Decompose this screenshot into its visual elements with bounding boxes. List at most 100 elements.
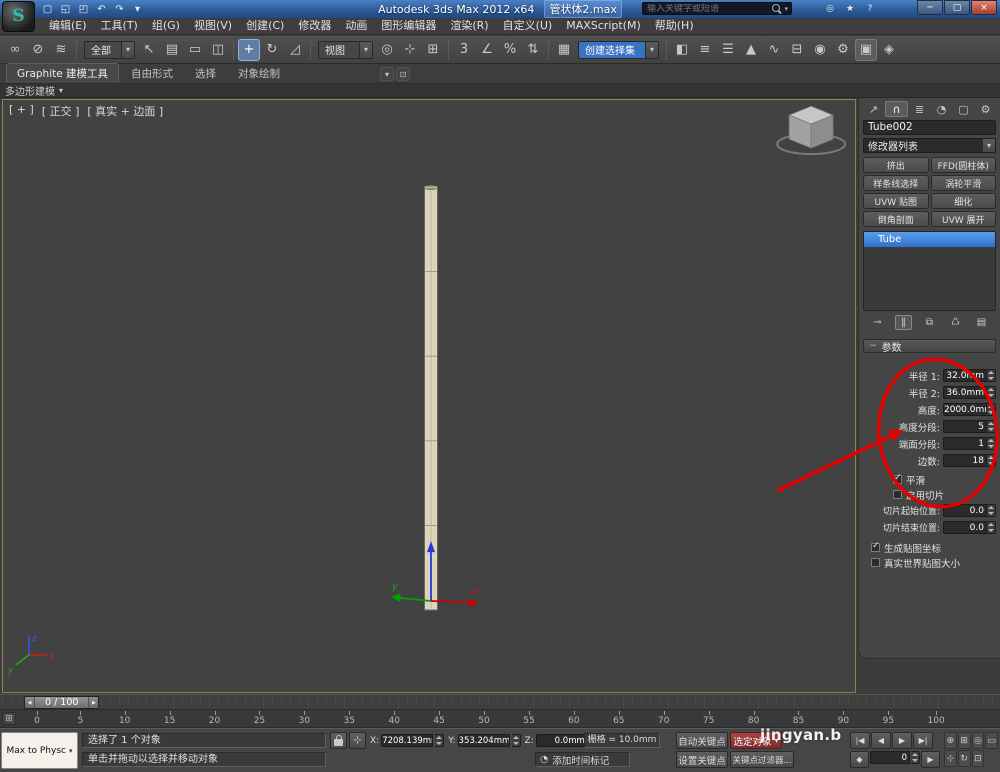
edit-named-selections-icon[interactable]: ▦ (553, 39, 575, 61)
orbit-icon[interactable]: ↻ (958, 750, 971, 767)
selection-lock-toggle[interactable] (330, 732, 347, 749)
checkbox[interactable]: ✓ (893, 475, 902, 484)
zoom-all-icon[interactable]: ⊞ (958, 732, 971, 749)
modifier-button[interactable]: FFD(圆柱体) (931, 157, 997, 173)
spinner-arrows[interactable] (987, 437, 996, 450)
menu-item[interactable]: 工具(T) (94, 18, 145, 34)
bind-to-spacewarp-icon[interactable]: ≋ (50, 39, 72, 61)
parameter-spinner-field[interactable]: 32.0mm (943, 369, 987, 382)
menu-item[interactable]: 组(G) (145, 18, 187, 34)
maximize-viewport-icon[interactable]: ⊡ (972, 750, 985, 767)
key-mode-toggle-button[interactable]: ◆ (850, 751, 869, 768)
motion-tab-icon[interactable]: ◔ (931, 101, 952, 117)
next-frame-button[interactable]: ▶ (921, 751, 940, 768)
help-icon[interactable]: ? (862, 2, 878, 15)
ribbon-tab[interactable]: 自由形式 (121, 64, 183, 83)
sign-in-icon[interactable]: ◎ (822, 2, 838, 15)
select-and-manipulate-icon[interactable]: ⊹ (399, 39, 421, 61)
search-icon[interactable] (772, 4, 782, 14)
current-frame-field[interactable]: 0 (870, 751, 910, 764)
utilities-tab-icon[interactable]: ⚙ (975, 101, 996, 117)
minimize-button[interactable]: ─ (917, 0, 943, 15)
open-mini-curve-editor-button[interactable]: ⊞ (2, 712, 16, 725)
track-bar[interactable]: ⊞ 05101520253035404550556065707580859095… (0, 710, 1000, 728)
render-production-icon[interactable]: ◈ (878, 39, 900, 61)
open-file-icon[interactable]: ◱ (58, 2, 73, 16)
modifier-button[interactable]: UVW 展开 (931, 211, 997, 227)
go-to-start-button[interactable]: |◀ (850, 732, 870, 749)
parameters-rollout-header[interactable]: − 参数 (863, 339, 996, 353)
spinner-arrows[interactable] (987, 454, 996, 467)
rectangular-selection-icon[interactable]: ▭ (184, 39, 206, 61)
parameter-spinner-field[interactable]: 1 (943, 437, 987, 450)
viewcube[interactable] (777, 106, 845, 154)
menu-item[interactable]: 帮助(H) (648, 18, 701, 34)
max-to-physx-button[interactable]: Max to Physc ▾ (1, 732, 78, 769)
ribbon-minimize-icon[interactable]: ⊡ (396, 67, 410, 81)
spinner-arrows[interactable] (987, 420, 996, 433)
remove-modifier-icon[interactable]: ♺ (947, 315, 964, 330)
previous-frame-nub[interactable]: ◀ (25, 697, 35, 708)
coordinate-input[interactable]: 353.204mm (458, 734, 510, 747)
new-scene-icon[interactable]: ▢ (40, 2, 55, 16)
parameter-spinner-field[interactable]: 18 (943, 454, 987, 467)
maximize-button[interactable]: ▢ (944, 0, 970, 15)
close-button[interactable]: × (971, 0, 997, 15)
spinner-arrows[interactable] (987, 386, 996, 399)
snaps-toggle-icon[interactable]: 3 (453, 39, 475, 61)
select-by-name-icon[interactable]: ▤ (161, 39, 183, 61)
viewport[interactable]: [ + ] [ 正交 ] [ 真实 + 边面 ] (2, 99, 856, 693)
zoom-extents-icon[interactable]: ◎ (972, 732, 985, 749)
object-name-field[interactable]: Tube002 (863, 120, 996, 135)
undo-icon[interactable]: ↶ (94, 2, 109, 16)
coordinate-input[interactable]: 7208.139mm (381, 734, 433, 747)
menu-item[interactable]: 动画 (338, 18, 374, 34)
menu-item[interactable]: 修改器 (291, 18, 338, 34)
parameter-spinner-field[interactable]: 2000.0mm (943, 403, 987, 416)
coordinate-input[interactable]: 0.0mm (536, 734, 588, 747)
save-file-icon[interactable]: ◰ (76, 2, 91, 16)
search-input[interactable] (647, 4, 770, 14)
ribbon-style-icon[interactable]: ▾ (380, 67, 394, 81)
stack-item[interactable]: Tube (864, 232, 995, 247)
checkbox[interactable] (871, 558, 880, 567)
go-to-end-button[interactable]: ▶| (913, 732, 933, 749)
curve-editor-icon[interactable]: ∿ (763, 39, 785, 61)
named-selection-dropdown[interactable]: 创建选择集 ▾ (578, 41, 659, 59)
show-end-result-icon[interactable]: ‖ (895, 315, 912, 330)
play-animation-button[interactable]: ▶ (892, 732, 912, 749)
menu-item[interactable]: MAXScript(M) (559, 18, 648, 34)
select-object-icon[interactable]: ↖ (138, 39, 160, 61)
layer-manager-icon[interactable]: ☰ (717, 39, 739, 61)
schematic-view-icon[interactable]: ⊟ (786, 39, 808, 61)
checkbox[interactable] (893, 490, 902, 499)
modifier-button[interactable]: 样条线选择 (863, 175, 929, 191)
modifier-button[interactable]: 涡轮平滑 (931, 175, 997, 191)
menu-item[interactable]: 编辑(E) (42, 18, 94, 34)
modifier-button[interactable]: UVW 贴图 (863, 193, 929, 209)
window-crossing-icon[interactable]: ◫ (207, 39, 229, 61)
menu-item[interactable]: 创建(C) (239, 18, 291, 34)
modify-tab-icon[interactable]: ∩ (885, 101, 908, 117)
configure-modifier-sets-icon[interactable]: ▤ (973, 315, 990, 330)
spinner-arrows[interactable] (987, 369, 996, 382)
viewport-shading-menu[interactable]: [ 真实 + 边面 ] (87, 103, 163, 119)
reference-coordinate-dropdown[interactable]: 视图 ▾ (318, 41, 373, 59)
timeline-track[interactable] (2, 696, 998, 708)
mirror-icon[interactable]: ◧ (671, 39, 693, 61)
viewport-general-menu[interactable]: [ + ] (9, 103, 34, 119)
application-menu-button[interactable]: S (2, 1, 35, 32)
ribbon-tab[interactable]: Graphite 建模工具 (6, 63, 119, 83)
align-icon[interactable]: ≡ (694, 39, 716, 61)
search-box[interactable]: ▾ (642, 2, 792, 15)
select-and-link-icon[interactable]: ∞ (4, 39, 26, 61)
tab-polygon-modeling[interactable]: 多边形建模 ▾ (5, 83, 63, 98)
rendered-frame-icon[interactable]: ▣ (855, 39, 877, 61)
modifier-stack[interactable]: Tube (863, 231, 996, 311)
parameter-spinner-field[interactable]: 0.0 (943, 504, 987, 517)
zoom-region-icon[interactable]: ▭ (985, 732, 998, 749)
menu-item[interactable]: 渲染(R) (443, 18, 495, 34)
redo-icon[interactable]: ↷ (112, 2, 127, 16)
unlink-selection-icon[interactable]: ⊘ (27, 39, 49, 61)
angle-snap-icon[interactable]: ∠ (476, 39, 498, 61)
